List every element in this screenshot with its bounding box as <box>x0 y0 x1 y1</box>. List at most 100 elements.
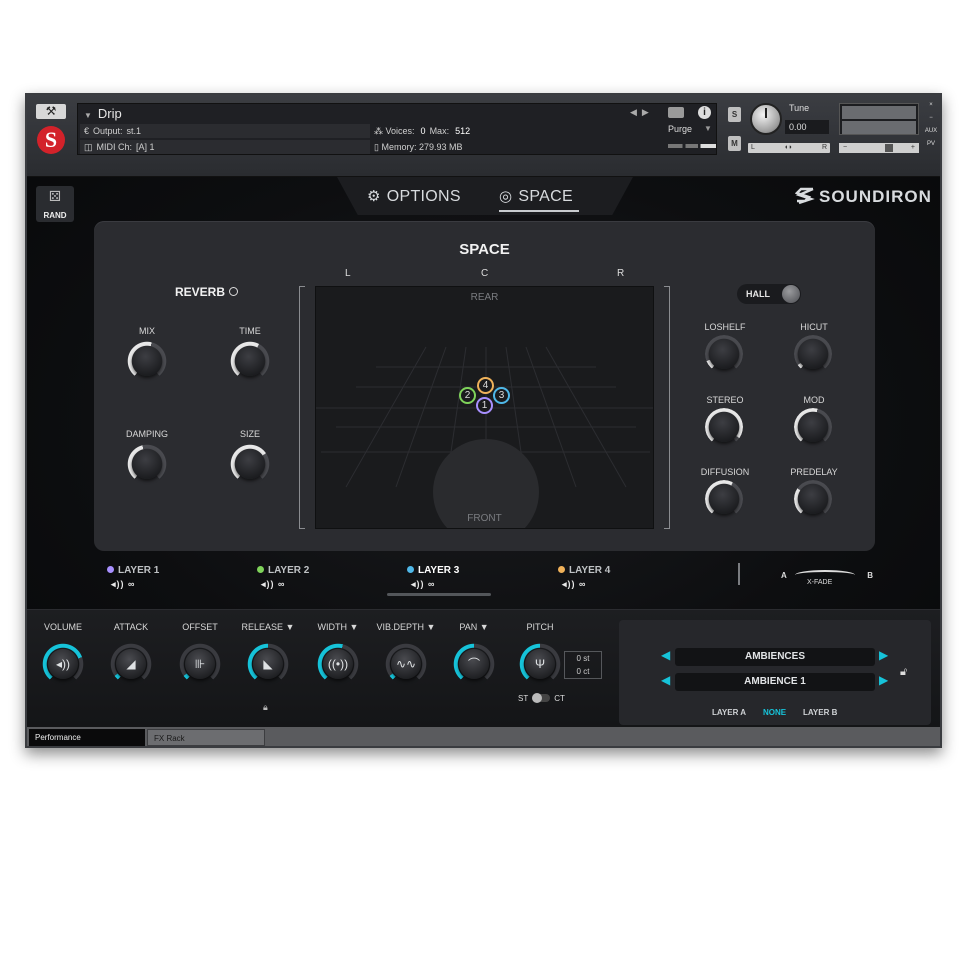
speaker-link-icon[interactable]: ◂)) ∞ <box>558 579 610 590</box>
size-knob-cap[interactable] <box>235 449 265 479</box>
brand-logo: SOUNDIRON <box>795 187 932 207</box>
selected-layer-indicator <box>387 593 491 596</box>
close-icon[interactable]: × <box>924 99 938 112</box>
loshelf-label: LOSHELF <box>704 322 746 332</box>
kontakt-window: ⚒ S ▼ Drip ◀ ▶ i € Output: st.1 ◫ MIDI Ch: [A… <box>25 93 942 748</box>
instrument-name[interactable]: ▼ Drip <box>84 106 122 121</box>
layer-tab-1[interactable]: LAYER 1 ◂)) ∞ <box>107 565 159 590</box>
st-ct-toggle[interactable]: ST CT <box>518 693 565 703</box>
ambience-preset[interactable]: AMBIENCE 1 <box>675 673 875 691</box>
mute-button[interactable]: M <box>728 136 741 151</box>
toggle-switch[interactable] <box>532 693 551 703</box>
layer-3-dot <box>407 566 414 573</box>
output-selector[interactable]: € Output: st.1 <box>80 124 370 138</box>
chevron-down-icon[interactable]: ▼ <box>84 111 92 120</box>
vib-depth-knob[interactable]: ∿∿ <box>385 643 427 685</box>
volume-knob[interactable]: ◂)) <box>42 643 84 685</box>
volume-label: VOLUME <box>43 622 82 632</box>
pan-knob[interactable]: ⌒ <box>453 643 495 685</box>
solo-button[interactable]: S <box>728 107 741 122</box>
level-meter <box>839 103 919 135</box>
mix-knob-cap[interactable] <box>132 346 162 376</box>
layer-tab-3[interactable]: LAYER 3 ◂)) ∞ <box>407 565 459 590</box>
cpu-meter <box>668 144 716 148</box>
layer-1-marker[interactable]: 1 <box>476 397 493 414</box>
xfade-control[interactable]: A X-FADE B <box>777 567 877 591</box>
predelay-knob-cap[interactable] <box>798 484 828 514</box>
width-knob[interactable]: ((•)) <box>317 643 359 685</box>
layer-3-marker[interactable]: 3 <box>493 387 510 404</box>
layer-4-marker[interactable]: 4 <box>477 377 494 394</box>
side-buttons[interactable]: × − AUX PV <box>924 99 938 151</box>
tab-options[interactable]: ⚙ OPTIONS <box>367 187 461 206</box>
instrument-info: ▼ Drip ◀ ▶ i € Output: st.1 ◫ MIDI Ch: [A] 1 … <box>77 103 717 155</box>
next-arrow-icon[interactable]: ▶ <box>879 648 888 662</box>
diffusion-knob-cap[interactable] <box>709 484 739 514</box>
speaker-link-icon[interactable]: ◂)) ∞ <box>107 579 159 590</box>
pv-button[interactable]: PV <box>924 138 938 151</box>
ramp-up-icon: ◢ <box>116 649 146 679</box>
tune-value[interactable]: 0.00 <box>785 120 829 134</box>
time-knob-cap[interactable] <box>235 346 265 376</box>
soundiron-logo: S <box>37 126 65 154</box>
layer-2-marker[interactable]: 2 <box>459 387 476 404</box>
minimize-icon[interactable]: − <box>924 112 938 125</box>
stage-left-label: L <box>345 268 351 279</box>
width-dropdown[interactable]: WIDTH ▼ <box>307 622 369 632</box>
pitch-values[interactable]: 0 st 0 ct <box>564 651 602 679</box>
next-arrow-icon[interactable]: ▶ <box>879 673 888 687</box>
wrench-icon[interactable]: ⚒ <box>36 104 66 119</box>
ambience-none[interactable]: NONE <box>763 708 786 717</box>
play-icon: ⊪ <box>185 649 215 679</box>
tab-space[interactable]: ◎ SPACE <box>499 187 579 212</box>
instrument-header: ⚒ S ▼ Drip ◀ ▶ i € Output: st.1 ◫ MIDI Ch: [A… <box>27 95 940 177</box>
offset-label: OFFSET <box>182 622 218 632</box>
volume-slider[interactable]: − + <box>839 143 919 153</box>
mod-knob-cap[interactable] <box>798 412 828 442</box>
speaker-link-icon[interactable]: ◂)) ∞ <box>407 579 459 590</box>
tab-performance[interactable]: Performance <box>29 729 145 746</box>
info-icon[interactable]: i <box>698 106 711 119</box>
ambience-layer-b[interactable]: LAYER B <box>803 708 837 717</box>
prev-arrow-icon[interactable]: ◀ <box>661 648 670 662</box>
hall-selector[interactable]: HALL <box>737 284 801 304</box>
pitch-knob[interactable]: Ψ <box>519 643 561 685</box>
attack-label: ATTACK <box>113 622 149 632</box>
camera-icon[interactable] <box>668 107 684 118</box>
toggle-knob[interactable] <box>782 285 800 303</box>
stage-positioner[interactable]: REAR FRONT 4 2 3 1 <box>315 286 654 529</box>
hicut-knob-cap[interactable] <box>798 339 828 369</box>
speaker-link-icon[interactable]: ◂)) ∞ <box>257 579 309 590</box>
reverb-toggle[interactable]: REVERB <box>175 285 239 299</box>
prev-next-arrows[interactable]: ◀ ▶ <box>630 107 649 118</box>
ambience-category[interactable]: AMBIENCES <box>675 648 875 666</box>
aux-button[interactable]: AUX <box>924 125 938 138</box>
midi-channel-selector[interactable]: ◫ MIDI Ch: [A] 1 <box>80 140 370 154</box>
release-knob[interactable]: ◣ <box>247 643 289 685</box>
release-dropdown[interactable]: RELEASE ▼ <box>237 622 299 632</box>
rand-button[interactable]: ⚄ RAND <box>36 186 74 222</box>
loshelf-knob-cap[interactable] <box>709 339 739 369</box>
layer-2-dot <box>257 566 264 573</box>
rear-label: REAR <box>470 292 499 303</box>
pan-slider[interactable]: L ◖◗ R <box>748 143 830 153</box>
vib-depth-dropdown[interactable]: VIB.DEPTH ▼ <box>375 622 437 632</box>
tab-fx-rack[interactable]: FX Rack <box>147 729 265 746</box>
purge-button[interactable]: Purge <box>668 124 692 134</box>
layer-tab-4[interactable]: LAYER 4 ◂)) ∞ <box>558 565 610 590</box>
ambience-layer-a[interactable]: LAYER A <box>712 708 746 717</box>
lock-icon[interactable]: 🔒︎ <box>263 702 268 713</box>
unlock-icon[interactable]: 🔓︎ <box>900 666 907 679</box>
layer-tab-2[interactable]: LAYER 2 ◂)) ∞ <box>257 565 309 590</box>
mix-label: MIX <box>138 326 155 336</box>
attack-knob[interactable]: ◢ <box>110 643 152 685</box>
offset-knob[interactable]: ⊪ <box>179 643 221 685</box>
stereo-knob-cap[interactable] <box>709 412 739 442</box>
pan-dropdown[interactable]: PAN ▼ <box>443 622 505 632</box>
damping-knob-cap[interactable] <box>132 449 162 479</box>
prev-arrow-icon[interactable]: ◀ <box>661 673 670 687</box>
power-icon[interactable] <box>229 287 239 296</box>
predelay-label: PREDELAY <box>790 467 838 477</box>
chevron-down-icon[interactable]: ▼ <box>704 124 712 133</box>
tune-knob[interactable] <box>750 103 782 135</box>
